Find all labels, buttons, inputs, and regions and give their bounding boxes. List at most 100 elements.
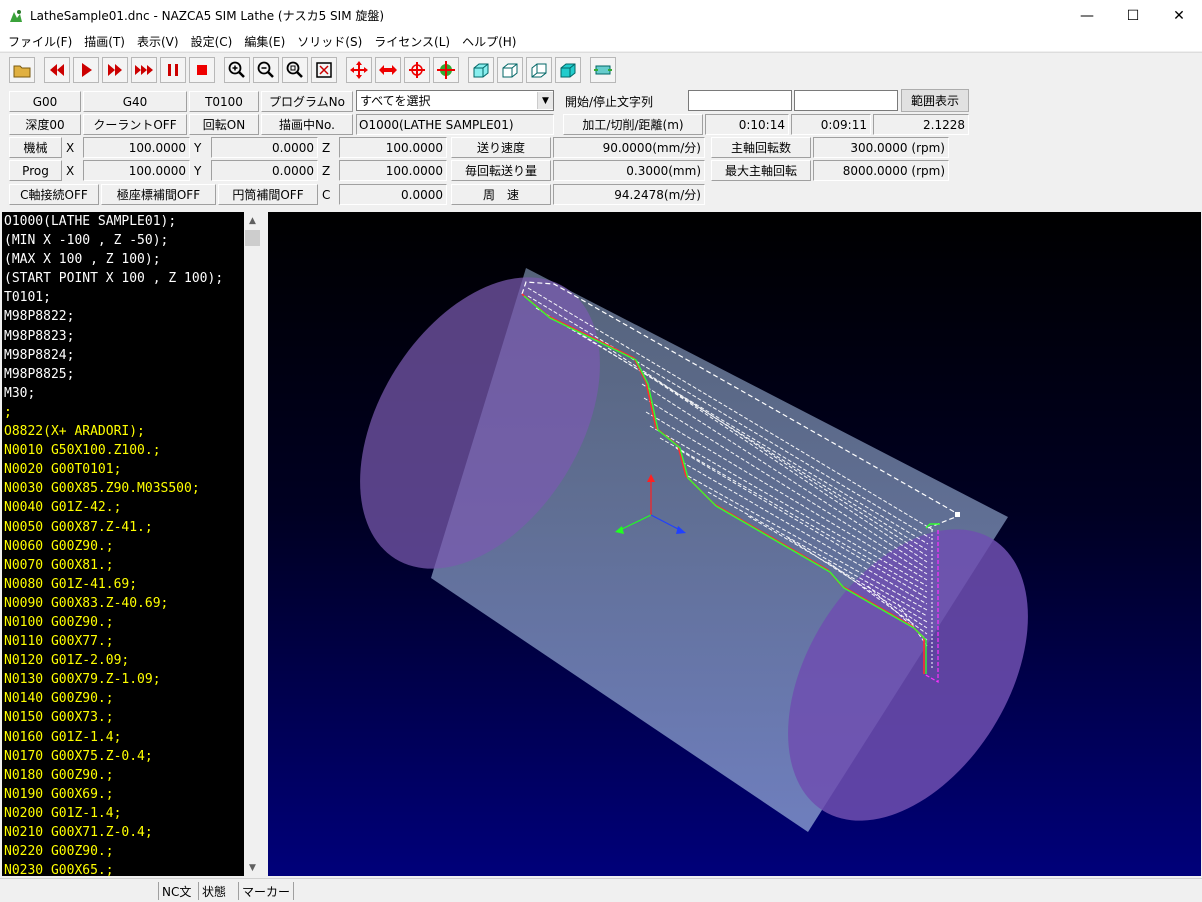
prog-coord-label: Prog <box>9 160 62 181</box>
minimize-button[interactable]: — <box>1064 0 1110 31</box>
view-rotate-icon[interactable] <box>433 56 459 83</box>
status-bar: NC文 状態 マーカー <box>0 878 1202 902</box>
code-lines: O1000(LATHE SAMPLE01); (MIN X -100 , Z -5… <box>2 212 244 876</box>
fast-forward-icon[interactable] <box>102 56 128 83</box>
depth-status: 深度00 <box>9 114 81 135</box>
menu-view[interactable]: 表示(V) <box>131 33 185 50</box>
zoom-fit-icon[interactable] <box>311 56 337 83</box>
status-state: 状態 <box>198 882 238 900</box>
rotate-icon[interactable] <box>404 56 430 83</box>
tool-number: T0100 <box>189 91 259 112</box>
simulation-viewport[interactable] <box>268 212 1201 876</box>
z-axis-label: Z <box>322 140 331 155</box>
nc-code-editor[interactable]: O1000(LATHE SAMPLE01); (MIN X -100 , Z -5… <box>2 212 244 876</box>
horizontal-move-icon[interactable] <box>375 56 401 83</box>
menu-settings[interactable]: 設定(C) <box>185 33 239 50</box>
machine-y-value: 0.0000 <box>211 137 318 158</box>
prog-y-value: 0.0000 <box>211 160 318 181</box>
scroll-down-icon[interactable]: ▼ <box>244 859 261 876</box>
code-line: N0200 G01Z-1.4; <box>4 805 122 821</box>
surface-speed-label: 周 速 <box>451 184 551 205</box>
rewind-icon[interactable] <box>44 56 70 83</box>
machine-x-value: 100.0000 <box>83 137 190 158</box>
menu-draw[interactable]: 描画(T) <box>78 33 131 50</box>
gcode-g00: G00 <box>9 91 81 112</box>
max-spindle-label: 最大主軸回転 <box>711 160 811 181</box>
code-line: M98P8823; <box>4 328 75 344</box>
stop-string-input[interactable] <box>794 90 898 111</box>
code-line: N0230 G00X65.; <box>4 863 114 876</box>
scroll-thumb[interactable] <box>245 230 260 246</box>
cylinder-interp-status: 円筒補間OFF <box>218 184 318 205</box>
code-line: (MIN X -100 , Z -50); <box>4 233 169 249</box>
distance-label: 加工/切削/距離(m) <box>563 114 703 135</box>
tool-display-icon[interactable] <box>590 56 616 83</box>
c-axis-value: 0.0000 <box>339 184 447 205</box>
view-iso-1-icon[interactable] <box>468 56 494 83</box>
machine-coord-label: 機械 <box>9 137 62 158</box>
open-folder-icon[interactable] <box>9 56 35 83</box>
program-no-label: プログラムNo <box>261 91 353 112</box>
code-line: M98P8825; <box>4 366 75 382</box>
max-spindle-value: 8000.0000 (rpm) <box>813 160 949 181</box>
drawing-no-value: O1000(LATHE SAMPLE01) <box>356 114 554 135</box>
code-line: N0170 G00X75.Z-0.4; <box>4 748 153 764</box>
program-select[interactable]: すべてを選択 ▼ <box>356 90 554 111</box>
feed-rate-label: 送り速度 <box>451 137 551 158</box>
code-line: N0210 G00X71.Z-0.4; <box>4 825 153 840</box>
chevron-down-icon[interactable]: ▼ <box>537 92 553 109</box>
menu-solid[interactable]: ソリッド(S) <box>291 33 368 50</box>
code-line: N0070 G00X81.; <box>4 557 114 573</box>
spindle-speed-label: 主軸回転数 <box>711 137 811 158</box>
view-iso-4-icon[interactable] <box>555 56 581 83</box>
polar-interp-status: 極座標補間OFF <box>101 184 216 205</box>
start-string-input[interactable] <box>688 90 792 111</box>
code-line: N0080 G01Z-41.69; <box>4 576 138 592</box>
menu-file[interactable]: ファイル(F) <box>2 33 78 50</box>
scroll-up-icon[interactable]: ▲ <box>244 212 261 229</box>
app-logo-icon <box>10 9 22 22</box>
menu-edit[interactable]: 編集(E) <box>238 33 291 50</box>
surface-speed-value: 94.2478(m/分) <box>553 184 705 205</box>
spindle-speed-value: 300.0000 (rpm) <box>813 137 949 158</box>
feed-per-rev-value: 0.3000(mm) <box>553 160 705 181</box>
code-line: N0180 G00Z90.; <box>4 767 114 783</box>
machine-z-value: 100.0000 <box>339 137 447 158</box>
x-axis-label: X <box>66 163 75 178</box>
lathe-3d-scene <box>360 268 1028 832</box>
code-scrollbar[interactable]: ▲ ▼ <box>244 212 261 876</box>
menu-help[interactable]: ヘルプ(H) <box>456 33 522 50</box>
code-line: M30; <box>4 385 36 401</box>
prog-x-value: 100.0000 <box>83 160 190 181</box>
code-line: N0130 G00X79.Z-1.09; <box>4 672 161 688</box>
pause-icon[interactable] <box>160 56 186 83</box>
code-line: O8822(X+ ARADORI); <box>4 424 145 440</box>
close-button[interactable]: ✕ <box>1156 0 1202 31</box>
stop-icon[interactable] <box>189 56 215 83</box>
code-line: N0050 G00X87.Z-41.; <box>4 519 153 535</box>
y-axis-label: Y <box>194 163 202 178</box>
toolbar <box>0 52 1202 86</box>
view-iso-2-icon[interactable] <box>497 56 523 83</box>
play-icon[interactable] <box>73 56 99 83</box>
menu-bar: ファイル(F) 描画(T) 表示(V) 設定(C) 編集(E) ソリッド(S) … <box>0 31 1202 51</box>
maximize-button[interactable]: ☐ <box>1110 0 1156 31</box>
skip-to-end-icon[interactable] <box>131 56 157 83</box>
coolant-status: クーラントOFF <box>83 114 187 135</box>
code-line: N0160 G01Z-1.4; <box>4 729 122 745</box>
code-line: N0110 G00X77.; <box>4 634 114 650</box>
view-iso-3-icon[interactable] <box>526 56 552 83</box>
code-line: N0150 G00X73.; <box>4 710 114 726</box>
x-axis-label: X <box>66 140 75 155</box>
code-line: N0090 G00X83.Z-40.69; <box>4 595 169 611</box>
menu-license[interactable]: ライセンス(L) <box>368 33 456 50</box>
zoom-out-icon[interactable] <box>253 56 279 83</box>
code-line: ; <box>4 404 12 420</box>
zoom-in-icon[interactable] <box>224 56 250 83</box>
pan-icon[interactable] <box>346 56 372 83</box>
code-line: N0220 G00Z90.; <box>4 844 114 860</box>
zoom-window-icon[interactable] <box>282 56 308 83</box>
range-display-button[interactable]: 範囲表示 <box>901 89 969 112</box>
feed-per-rev-label: 毎回転送り量 <box>451 160 551 181</box>
rotation-status: 回転ON <box>189 114 259 135</box>
